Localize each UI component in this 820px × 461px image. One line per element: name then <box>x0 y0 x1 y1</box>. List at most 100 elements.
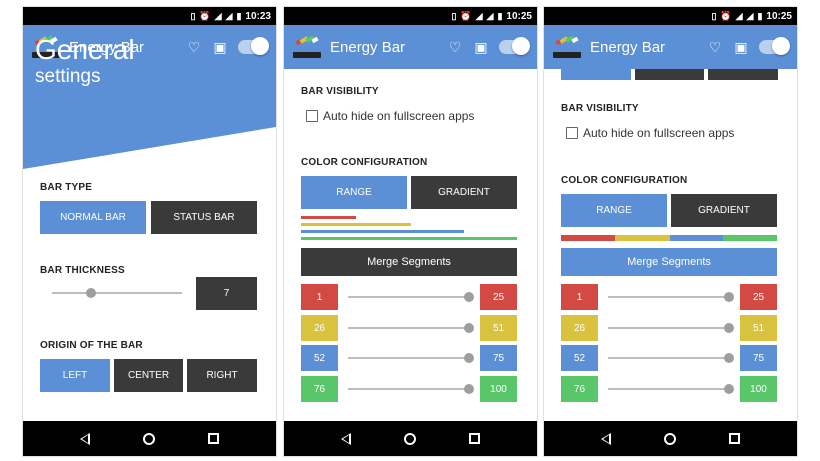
alarm-icon: ⏰ <box>720 11 732 21</box>
segment-1-slider-thumb[interactable] <box>464 292 474 302</box>
gradient-bar-blue <box>670 235 723 241</box>
app-title: Energy Bar <box>330 38 406 56</box>
page-subtitle: settings <box>35 66 101 87</box>
auto-hide-checkbox[interactable] <box>566 127 578 139</box>
segment-1-slider-thumb[interactable] <box>724 292 734 302</box>
status-bar: ▯ ⏰ ◢ ◢ ▮ 10:25 <box>544 7 797 25</box>
segment-2-slider-thumb[interactable] <box>724 323 734 333</box>
status-bar-button[interactable]: STATUS BAR <box>151 201 257 234</box>
vibrate-icon: ▯ <box>190 11 196 21</box>
merge-segments-button[interactable]: Merge Segments <box>561 248 777 276</box>
segment-3-from[interactable]: 52 <box>301 345 338 371</box>
segment-3-to[interactable]: 75 <box>480 345 517 371</box>
signal-icon: ◢ <box>735 11 743 21</box>
bar-thickness-label: BAR THICKNESS <box>40 265 125 276</box>
auto-hide-label: Auto hide on fullscreen apps <box>323 109 475 123</box>
segment-1-to[interactable]: 25 <box>740 284 777 310</box>
recent-apps-icon[interactable] <box>208 433 220 444</box>
home-icon[interactable] <box>142 432 155 445</box>
segment-2-to[interactable]: 51 <box>480 315 517 341</box>
thickness-value[interactable]: 7 <box>196 277 257 310</box>
back-icon[interactable] <box>600 432 611 445</box>
battery-icon: ▮ <box>497 11 503 21</box>
segment-4-slider[interactable] <box>348 384 474 394</box>
segment-1-from[interactable]: 1 <box>561 284 598 310</box>
enable-toggle[interactable] <box>499 37 530 55</box>
segment-4-to[interactable]: 100 <box>740 376 777 402</box>
segment-4-from[interactable]: 76 <box>561 376 598 402</box>
navigation-bar <box>284 421 537 456</box>
segment-2-slider[interactable] <box>348 323 474 333</box>
color-config-label: COLOR CONFIGURATION <box>561 175 688 186</box>
recent-apps-icon[interactable] <box>729 433 741 444</box>
signal-icon: ◢ <box>214 11 222 21</box>
status-bar: ▯ ⏰ ◢ ◢ ▮ 10:23 <box>23 7 276 25</box>
bar-type-label: BAR TYPE <box>40 182 93 193</box>
signal-icon: ◢ <box>475 11 483 21</box>
segment-1-slider[interactable] <box>348 292 474 302</box>
home-icon[interactable] <box>403 432 416 445</box>
segment-3-from[interactable]: 52 <box>561 345 598 371</box>
back-icon[interactable] <box>340 432 351 445</box>
app-bar: Energy Bar ♡ ▣ <box>284 25 537 69</box>
normal-bar-button[interactable]: NORMAL BAR <box>40 201 146 234</box>
status-time: 10:25 <box>506 10 532 22</box>
briefcase-icon[interactable]: ▣ <box>212 39 228 55</box>
auto-hide-label: Auto hide on fullscreen apps <box>583 126 735 140</box>
signal-icon: ◢ <box>225 11 233 21</box>
segment-4-from[interactable]: 76 <box>301 376 338 402</box>
status-time: 10:25 <box>766 10 792 22</box>
origin-right-button[interactable]: RIGHT <box>187 359 257 392</box>
segment-2-to[interactable]: 51 <box>740 315 777 341</box>
range-mode-button[interactable]: RANGE <box>301 176 407 209</box>
segment-3-to[interactable]: 75 <box>740 345 777 371</box>
segment-1-to[interactable]: 25 <box>480 284 517 310</box>
auto-hide-checkbox[interactable] <box>306 110 318 122</box>
app-logo-icon <box>292 35 322 58</box>
navigation-bar <box>23 421 276 456</box>
segment-3-slider-thumb[interactable] <box>724 353 734 363</box>
segment-4-to[interactable]: 100 <box>480 376 517 402</box>
heart-icon[interactable]: ♡ <box>447 39 463 55</box>
briefcase-icon[interactable]: ▣ <box>473 39 489 55</box>
gradient-mode-button[interactable]: GRADIENT <box>411 176 517 209</box>
signal-icon: ◢ <box>486 11 494 21</box>
segment-4-slider-thumb[interactable] <box>724 384 734 394</box>
segment-3-slider[interactable] <box>608 353 734 363</box>
briefcase-icon[interactable]: ▣ <box>733 39 749 55</box>
phone-screen-colors-range: ▯ ⏰ ◢ ◢ ▮ 10:25 Energy Bar ♡ ▣ BAR VISIB… <box>284 7 537 456</box>
merge-segments-button[interactable]: Merge Segments <box>301 248 517 276</box>
status-time: 10:23 <box>245 10 271 22</box>
segment-4-slider-thumb[interactable] <box>464 384 474 394</box>
segment-4-slider[interactable] <box>608 384 734 394</box>
gradient-mode-button[interactable]: GRADIENT <box>671 194 777 227</box>
segment-2-slider-thumb[interactable] <box>464 323 474 333</box>
segment-3-slider-thumb[interactable] <box>464 353 474 363</box>
segment-1-from[interactable]: 1 <box>301 284 338 310</box>
range-mode-button[interactable]: RANGE <box>561 194 667 227</box>
origin-left-button[interactable]: LEFT <box>40 359 110 392</box>
segment-2-from[interactable]: 26 <box>301 315 338 341</box>
alarm-icon: ⏰ <box>460 11 472 21</box>
segment-2-from[interactable]: 26 <box>561 315 598 341</box>
back-icon[interactable] <box>79 432 90 445</box>
segment-line-red <box>301 216 356 219</box>
color-config-label: COLOR CONFIGURATION <box>301 157 428 168</box>
navigation-bar <box>544 421 797 456</box>
gradient-bar-red <box>561 235 615 241</box>
enable-toggle[interactable] <box>759 37 790 55</box>
origin-center-button[interactable]: CENTER <box>114 359 183 392</box>
heart-icon[interactable]: ♡ <box>707 39 723 55</box>
battery-icon: ▮ <box>236 11 242 21</box>
home-icon[interactable] <box>663 432 676 445</box>
thickness-slider[interactable] <box>52 288 182 298</box>
thickness-slider-thumb[interactable] <box>86 288 96 298</box>
page-title: General <box>35 34 135 65</box>
segment-1-slider[interactable] <box>608 292 734 302</box>
segment-3-slider[interactable] <box>348 353 474 363</box>
app-bar: Energy Bar ♡ ▣ <box>544 25 797 69</box>
recent-apps-icon[interactable] <box>469 433 481 444</box>
enable-toggle[interactable] <box>238 37 269 55</box>
segment-2-slider[interactable] <box>608 323 734 333</box>
heart-icon[interactable]: ♡ <box>186 39 202 55</box>
